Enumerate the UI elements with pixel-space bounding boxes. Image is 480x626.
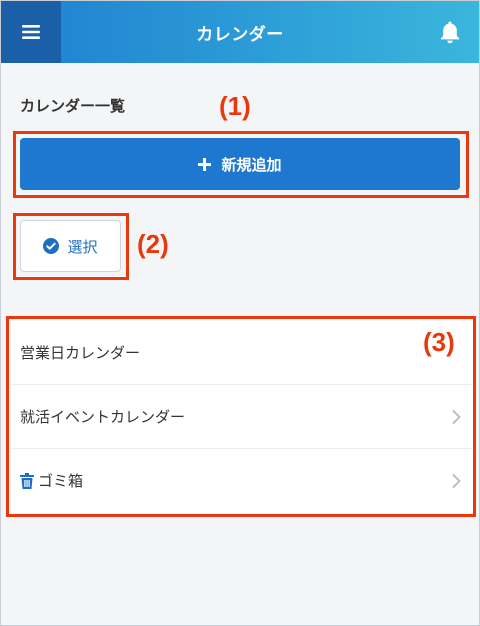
plus-icon [198, 157, 212, 171]
add-button-label: 新規追加 [221, 155, 282, 174]
check-circle-icon [43, 238, 60, 254]
annotation-1: (1) [219, 91, 251, 121]
page-title: カレンダー [196, 24, 284, 45]
select-button-label: 選択 [67, 237, 98, 256]
annotation-2: (2) [137, 229, 169, 259]
notification-button[interactable] [435, 17, 465, 47]
add-calendar-button[interactable]: 新規追加 [20, 138, 460, 190]
section-title: カレンダー一覧 [20, 97, 126, 115]
app-header: カレンダー [1, 1, 479, 63]
select-button[interactable]: 選択 [20, 220, 121, 272]
bell-icon [441, 21, 459, 44]
annotation-box-3 [6, 316, 476, 517]
